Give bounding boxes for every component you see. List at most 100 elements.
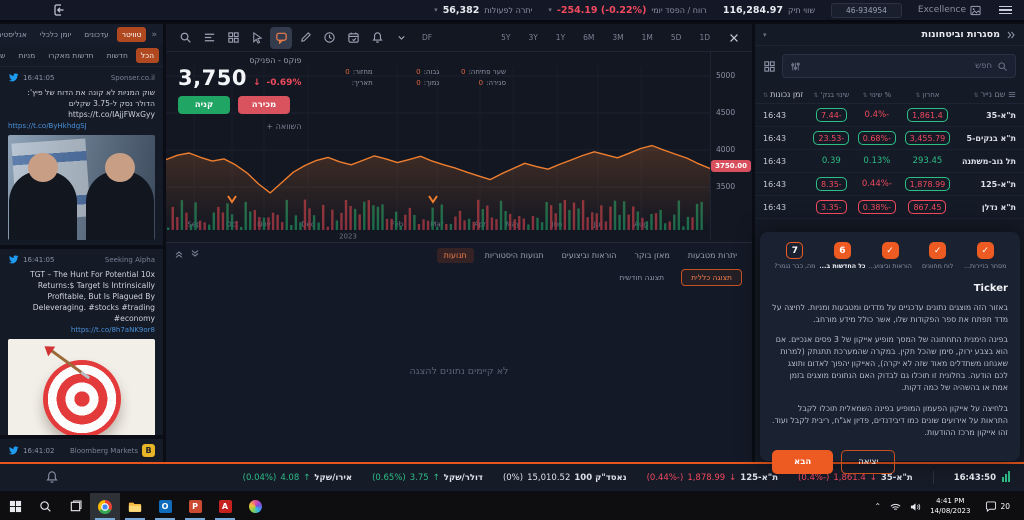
timeframe-3m[interactable]: 3M [610,31,625,44]
col-points-change[interactable]: שינוי בנק'⇅ [809,91,855,99]
timeframe-1y[interactable]: 1Y [554,31,567,44]
ticker-item[interactable]: נאסד"ק 100 15,010.52 (0%) [503,473,627,483]
tab-news[interactable]: חדשות [102,48,133,63]
table-row[interactable]: ת"א בנקים-5 3,455.79 -0.68% -23.53 16:43 [755,127,1024,150]
ticker-item[interactable]: ת"א-35 ↓ 1,861.4 (-0.4%) [798,473,913,483]
sell-button[interactable]: מכירה [238,96,290,114]
toolbar-more-button[interactable] [390,27,412,49]
col-last[interactable]: אחרון⇅ [900,91,956,99]
price-chart[interactable]: SepOctNovDec2023FebMarAprMayJunJulAug 50… [166,52,752,240]
notifications-bell-button[interactable] [45,470,59,484]
expand-up-icon[interactable] [174,249,184,259]
account-number[interactable]: 46-934954 [831,3,902,18]
collapse-down-icon[interactable] [190,249,200,259]
task-view-button[interactable] [60,493,90,520]
calendar-button[interactable] [342,27,364,49]
tab-analysts[interactable]: אנליסטים [0,27,32,42]
network-icon[interactable] [890,502,901,512]
ticker-item[interactable]: ת"א-125 ↓ 1,878.99 (-0.44%) [647,473,778,483]
tab-stocks[interactable]: מניות [13,48,40,63]
tweet-photo-politicians[interactable] [8,135,155,240]
taskbar-outlook-button[interactable]: O [150,493,180,520]
axis-label: 4500 [716,108,735,117]
balance-group[interactable]: ▾ 56,382 יתרה לפעולות [434,5,532,16]
main-menu-button[interactable] [997,3,1014,18]
start-button[interactable] [0,493,30,520]
tab-economic-calendar[interactable]: יומן כלכלי [35,27,76,42]
timeframe-5y[interactable]: 5Y [499,31,512,44]
taskbar-clock[interactable]: 4:41 PM 14/08/2023 [930,497,970,516]
pnl-group[interactable]: ▾ -254.19 (-0.22%) רווח / הפסד יומי [548,5,706,16]
ticker-item[interactable]: דולר/שקל ↑ 3.75 (0.65%) [372,473,483,483]
tweet-link[interactable]: https://t.co/8h7aNK9or8 [8,326,155,334]
tab-all[interactable]: הכל [136,48,159,63]
timeframe-1m[interactable]: 1M [640,31,655,44]
col-security-name[interactable]: שם נייר⇅ [955,90,1016,99]
tray-expand-icon[interactable]: ⌃ [874,502,881,511]
taskbar-search-button[interactable] [30,493,60,520]
next-button[interactable]: הבא [772,450,833,474]
direction-arrow: ↑ [433,473,440,483]
tab-transactions[interactable]: תנועות [437,248,474,263]
col-pct-change[interactable]: % שינוי⇅ [854,91,900,99]
search-box[interactable] [782,54,1016,78]
taskbar-chrome-button[interactable] [90,493,120,520]
timeframe-1d[interactable]: 1D [697,31,712,44]
timeframe-6m[interactable]: 6M [581,31,596,44]
tweet-item[interactable]: 16:41:02 Bloomberg Markets B [0,435,163,462]
grid-view-icon[interactable] [763,60,776,73]
double-chevron-icon[interactable] [1006,30,1016,40]
chevron-down-icon[interactable]: ▾ [763,31,767,39]
taskbar-paint3d-button[interactable] [240,493,270,520]
timeframe-3y[interactable]: 3Y [526,31,539,44]
table-row[interactable]: ת"א-35 1,861.4 -0.4% -7.44 16:43 [755,104,1024,127]
tour-step-done[interactable]: ✓לוח מחוונים [915,242,961,270]
tab-historic-transactions[interactable]: תנועות היסטוריות [478,248,551,263]
history-button[interactable] [318,27,340,49]
action-center-button[interactable]: 20 [979,501,1016,512]
tab-twitter[interactable]: טוויטר [117,27,147,42]
cursor-tool-button[interactable] [246,27,268,49]
layout-grid-button[interactable] [222,27,244,49]
col-time[interactable]: זמן נכונות⇅ [763,90,809,99]
draw-tool-button[interactable] [294,27,316,49]
chat-annotation-button[interactable] [270,27,292,49]
speaker-icon[interactable] [910,502,921,512]
alert-button[interactable] [366,27,388,49]
filter-sliders-icon[interactable] [790,61,801,72]
timeframe-5d[interactable]: 5D [669,31,684,44]
tab-macro-news[interactable]: חדשות מאקרו [43,48,98,63]
tweet-item[interactable]: 16:41:05 Sponser.co.il שוק המניות לא קונ… [0,67,163,245]
tour-step-current[interactable]: 6כל החדשות ב... [820,242,866,270]
buy-button[interactable]: קניה [178,96,230,114]
price-axis[interactable]: 5000 4500 4000 3500 3750.00 [710,52,752,240]
close-chart-button[interactable] [728,32,740,44]
tab-currency-balances[interactable]: יתרות מטבעות [681,248,744,263]
tour-step-upcoming[interactable]: 7מה, כבר נגמר? [772,242,818,270]
tab-capital-market[interactable]: שוק ההון [0,48,10,63]
tweet-link[interactable]: https://t.co/ByHkhdgSJ [8,122,155,130]
table-row[interactable]: ת"א-125 1,878.99 -0.44% -8.35 16:43 [755,173,1024,196]
tour-step-done[interactable]: ✓הוראות וביצוע... [867,242,913,270]
tweet-item[interactable]: 16:41:05 Seeking Alpha TGT – The Hunt Fo… [0,245,163,456]
collapse-panel-icon[interactable]: « [149,30,159,40]
news-tabs-primary: « טוויטר עדכונים יומן כלכלי אנליסטים [0,24,163,45]
tab-orders-executions[interactable]: הוראות וביצועים [555,248,624,263]
symbol-search-button[interactable] [174,27,196,49]
tour-step-done[interactable]: ✓מסחר בניירות... [962,242,1008,270]
ticker-item[interactable]: אירו/שקל ↑ 4.08 (0.04%) [243,473,352,483]
chart-type-button[interactable] [198,27,220,49]
view-general-button[interactable]: תצוגה כללית [681,269,742,286]
table-row[interactable]: תל גוב-משתנה 293.45 0.13% 0.39 16:43 [755,150,1024,173]
tab-updates[interactable]: עדכונים [79,27,113,42]
exit-tour-button[interactable]: יציאה [841,450,895,474]
compare-button[interactable]: השוואה + [178,122,301,131]
taskbar-acrobat-button[interactable]: A [210,493,240,520]
taskbar-powerpoint-button[interactable]: P [180,493,210,520]
search-input[interactable] [806,61,992,71]
taskbar-explorer-button[interactable] [120,493,150,520]
logout-button[interactable] [48,0,70,21]
view-monthly-button[interactable]: תצוגה חודשית [610,270,673,285]
table-row[interactable]: ת"א נדלן 867.45 -0.38% -3.35 16:43 [755,196,1024,219]
tab-morning-balance[interactable]: מאזן בוקר [627,248,676,263]
